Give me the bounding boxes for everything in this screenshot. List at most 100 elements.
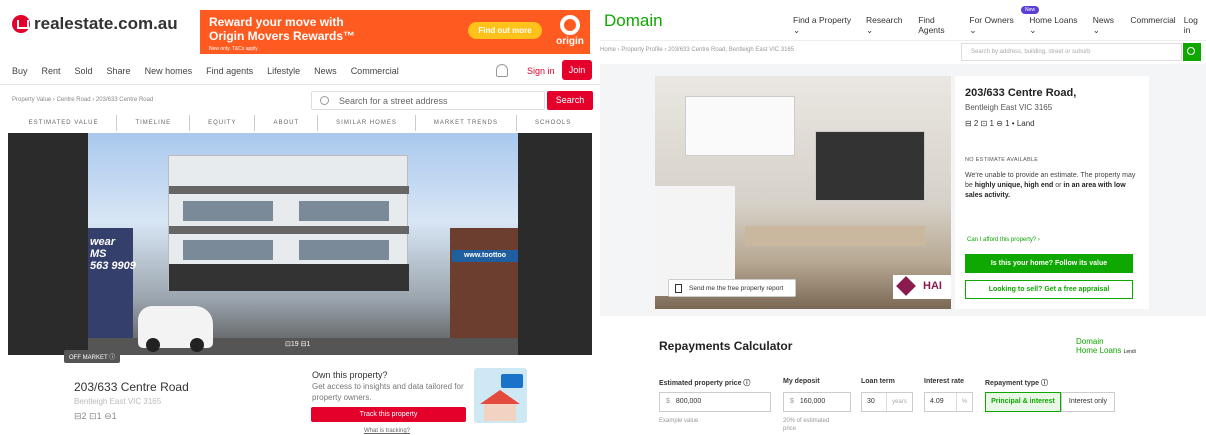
document-icon <box>675 284 682 293</box>
no-estimate-bold-part: highly unique, high end <box>974 182 1054 189</box>
kitchen-photo[interactable]: Send me the free property report HAI <box>655 76 951 309</box>
rea-logo-text: realestate.com.au <box>34 14 178 33</box>
apartment-building <box>168 155 409 291</box>
nav-rent[interactable]: Rent <box>42 66 61 76</box>
nav-sold[interactable]: Sold <box>75 66 93 76</box>
term-suffix: years <box>886 393 912 411</box>
bell-icon[interactable] <box>496 64 508 77</box>
domain-logo[interactable]: Domain <box>604 11 663 31</box>
subnav-timeline[interactable]: TIMELINE <box>117 115 191 131</box>
subnav-estimated-value[interactable]: ESTIMATED VALUE <box>11 115 118 131</box>
nav-share[interactable]: Share <box>107 66 131 76</box>
house-body <box>484 404 516 421</box>
search-icon <box>320 96 329 105</box>
no-estimate-heading: NO ESTIMATE AVAILABLE <box>965 157 1039 163</box>
deposit-prefix: $ <box>790 398 794 405</box>
nav-divider <box>0 84 600 85</box>
follow-value-button[interactable]: Is this your home? Follow its value <box>965 254 1133 273</box>
nav-research[interactable]: Research ⌄ <box>866 15 910 36</box>
nav-new-homes[interactable]: New homes <box>145 66 193 76</box>
repayments-calculator: Repayments Calculator Domain Home Loans … <box>600 316 1206 435</box>
nav-find-a-property[interactable]: Find a Property ⌄ <box>793 15 858 36</box>
interest-rate-label: Interest rate <box>924 378 965 385</box>
subnav-similar-homes[interactable]: SIMILAR HOMES <box>318 115 416 131</box>
agency-logo: HAI <box>893 275 951 299</box>
nav-news[interactable]: News ⌄ <box>1093 15 1123 36</box>
nav-for-owners[interactable]: For Owners ⌄ <box>969 15 1021 36</box>
own-property-text: Get access to insights and data tailored… <box>312 382 464 402</box>
origin-ad-banner[interactable]: Reward your move with Origin Movers Rewa… <box>200 10 590 54</box>
term-value: 30 <box>867 398 875 405</box>
address-search-input[interactable]: Search for a street address <box>311 91 545 110</box>
subnav-equity[interactable]: EQUITY <box>190 115 256 131</box>
breadcrumb[interactable]: Property Value › Centre Road › 203/633 C… <box>12 97 153 103</box>
price-input[interactable]: $800,000 <box>659 392 771 412</box>
house-illustration <box>474 368 527 423</box>
send-report-label: Send me the free property report <box>689 285 784 292</box>
repayment-type-label: Repayment type ⓘ <box>985 380 1049 387</box>
interest-only-button[interactable]: Interest only <box>1061 392 1115 412</box>
balcony <box>169 186 409 194</box>
no-estimate-text-part: or <box>1053 182 1064 189</box>
upper-cabinet <box>685 96 795 156</box>
search-button[interactable]: Search <box>547 91 593 110</box>
partner-small: Lendi <box>1123 349 1136 355</box>
nav-buy[interactable]: Buy <box>12 66 28 76</box>
rate-value: 4.09 <box>930 398 944 405</box>
nav-commercial[interactable]: Commercial <box>1130 15 1175 36</box>
nav-news[interactable]: News <box>314 66 337 76</box>
track-property-button[interactable]: Track this property <box>311 407 466 422</box>
shopfront <box>169 264 409 291</box>
calculator-title: Repayments Calculator <box>659 339 793 353</box>
interest-rate-input[interactable]: 4.09% <box>924 392 973 412</box>
deposit-input[interactable]: $160,000 <box>783 392 851 412</box>
send-report-button[interactable]: Send me the free property report <box>668 279 796 297</box>
off-market-badge: OFF MARKET ⓘ <box>64 350 121 363</box>
nav-log-in[interactable]: Log in <box>1184 15 1206 36</box>
window <box>299 201 389 221</box>
ad-title: Reward your move with Origin Movers Rewa… <box>209 15 356 43</box>
rea-main-nav: Buy Rent Sold Share New homes Find agent… <box>12 66 399 76</box>
window <box>299 240 389 260</box>
property-photo[interactable]: wear MS 563 9909 www.toottoo <box>8 133 592 355</box>
subnav-about[interactable]: ABOUT <box>255 115 319 131</box>
subnav-market-trends[interactable]: MARKET TRENDS <box>416 115 517 131</box>
nav-find-agents[interactable]: Find agents <box>206 66 253 76</box>
rea-logo[interactable]: realestate.com.au <box>12 14 178 34</box>
nav-commercial[interactable]: Commercial <box>351 66 399 76</box>
loan-term-input[interactable]: 30 years <box>861 392 913 412</box>
search-button[interactable] <box>1183 43 1201 61</box>
shop-right-sign: www.toottoo <box>452 250 518 262</box>
window <box>183 240 273 260</box>
breadcrumb[interactable]: Home › Property Profile › 203/633 Centre… <box>600 47 794 53</box>
address-search-input[interactable]: Search by address, building, street or s… <box>961 43 1182 61</box>
nav-home-loans[interactable]: Home Loans ⌄ <box>1029 15 1085 36</box>
property-address: 203/633 Centre Road <box>74 380 189 394</box>
free-appraisal-button[interactable]: Looking to sell? Get a free appraisal <box>965 280 1133 299</box>
photo-count[interactable]: ⊡19 ⊟1 <box>285 340 310 348</box>
shop-right: www.toottoo <box>450 228 518 355</box>
price-prefix: $ <box>666 398 670 405</box>
principal-interest-button[interactable]: Principal & interest <box>985 392 1061 412</box>
sign-in-link[interactable]: Sign in <box>527 66 555 76</box>
price-value: 800,000 <box>675 398 702 405</box>
nav-lifestyle[interactable]: Lifestyle <box>267 66 300 76</box>
own-property-title: Own this property? <box>312 370 388 380</box>
property-suburb: Bentleigh East VIC 3165 <box>965 103 1053 112</box>
domain-panel: Domain New Find a Property ⌄ Research ⌄ … <box>600 0 1206 435</box>
origin-brand-text: origin <box>556 36 584 47</box>
subnav-schools[interactable]: SCHOOLS <box>517 115 589 131</box>
nav-find-agents[interactable]: Find Agents <box>918 15 961 36</box>
benchtop <box>745 226 925 246</box>
afford-link[interactable]: Can I afford this property? › <box>967 237 1040 243</box>
property-address: 203/633 Centre Road, <box>965 87 1077 99</box>
agency-diamond-icon <box>896 276 916 296</box>
property-subnav: ESTIMATED VALUE TIMELINE EQUITY ABOUT SI… <box>0 115 600 131</box>
join-button[interactable]: Join <box>562 60 592 80</box>
what-is-tracking-link[interactable]: What is tracking? <box>364 428 410 434</box>
ad-find-out-more-button[interactable]: Find out more <box>468 22 542 39</box>
balcony <box>169 226 409 234</box>
wheel <box>146 338 160 352</box>
deposit-note: 20% of estimated price <box>783 418 830 432</box>
origin-ring-icon <box>560 15 580 35</box>
